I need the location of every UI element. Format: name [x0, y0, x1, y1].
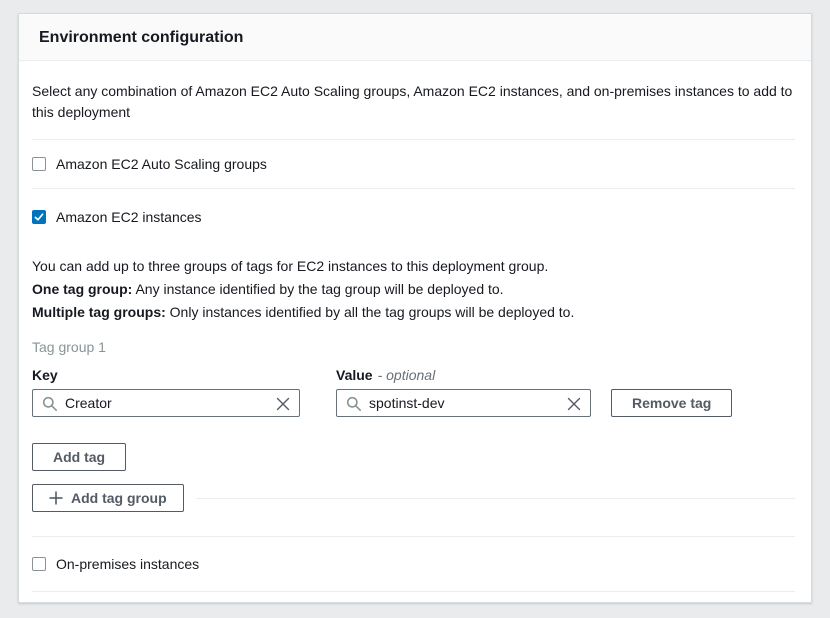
tag-help-line-2: One tag group: Any instance identified b…: [32, 278, 795, 301]
tag-help-line-3: Multiple tag groups: Only instances iden…: [32, 301, 795, 324]
field-labels-row: Key Value- optional: [32, 366, 795, 384]
auto-scaling-groups-label: Amazon EC2 Auto Scaling groups: [56, 156, 267, 172]
key-field[interactable]: [33, 390, 299, 416]
on-premises-checkbox[interactable]: [32, 557, 46, 571]
page-title: Environment configuration: [39, 29, 791, 47]
clear-value-icon[interactable]: [567, 397, 581, 411]
card-header: Environment configuration: [19, 14, 811, 61]
divider: [32, 591, 795, 592]
on-premises-label: On-premises instances: [56, 556, 199, 572]
intro-text: Select any combination of Amazon EC2 Aut…: [32, 81, 795, 123]
plus-icon: [49, 491, 63, 505]
add-tag-group-button[interactable]: Add tag group: [32, 484, 184, 512]
tag-help-text: You can add up to three groups of tags f…: [32, 255, 795, 324]
search-icon: [42, 396, 58, 412]
add-tag-group-label: Add tag group: [71, 490, 167, 506]
environment-configuration-card: Environment configuration Select any com…: [18, 13, 812, 603]
clear-key-icon[interactable]: [276, 397, 290, 411]
checkbox-row-on-premises[interactable]: On-premises instances: [32, 537, 795, 591]
key-field-container: [32, 389, 300, 417]
key-label: Key: [32, 366, 336, 384]
add-tag-group-row: Add tag group: [32, 484, 795, 512]
value-label: Value- optional: [336, 366, 435, 384]
value-field[interactable]: [337, 390, 590, 416]
value-field-container: [336, 389, 591, 417]
tag-inputs-row: Remove tag: [32, 389, 795, 417]
checkbox-row-auto-scaling-groups[interactable]: Amazon EC2 Auto Scaling groups: [32, 140, 795, 188]
remove-tag-button[interactable]: Remove tag: [611, 389, 732, 417]
card-body: Select any combination of Amazon EC2 Aut…: [19, 81, 811, 592]
auto-scaling-groups-checkbox[interactable]: [32, 157, 46, 171]
tag-group-title: Tag group 1: [32, 338, 795, 356]
add-tag-wrap: Add tag: [32, 443, 795, 471]
ec2-instances-checkbox[interactable]: [32, 210, 46, 224]
ec2-instances-label: Amazon EC2 instances: [56, 209, 202, 225]
search-icon: [346, 396, 362, 412]
tag-help-line-1: You can add up to three groups of tags f…: [32, 255, 795, 278]
checkbox-row-ec2-instances[interactable]: Amazon EC2 instances: [32, 189, 795, 225]
checkmark-icon: [33, 211, 45, 223]
divider: [196, 498, 795, 499]
add-tag-button[interactable]: Add tag: [32, 443, 126, 471]
optional-hint: - optional: [378, 367, 436, 383]
